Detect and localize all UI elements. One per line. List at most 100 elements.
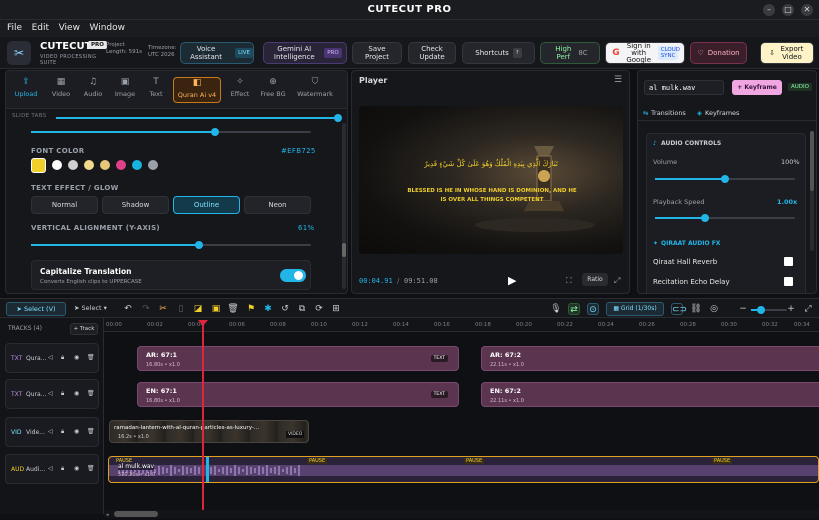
size-slider[interactable]	[31, 128, 311, 136]
vertical-alignment-slider[interactable]	[31, 241, 311, 249]
zoom-out-icon[interactable]: −	[737, 303, 749, 315]
chain-icon[interactable]: ⛓	[690, 303, 702, 315]
ratio-button[interactable]: Ratio	[582, 273, 608, 286]
volume-knob[interactable]	[721, 175, 729, 183]
zoom-slider-knob[interactable]	[757, 306, 765, 314]
lock-icon[interactable]: 🔒︎	[61, 428, 64, 436]
slide-tabs-knob[interactable]	[334, 114, 342, 122]
tab-keyframes[interactable]: Keyframes	[705, 109, 739, 117]
fit-icon[interactable]: ⊞	[330, 303, 342, 315]
tab-upload[interactable]: ⇪ Upload	[10, 77, 42, 103]
tab-free-bg[interactable]: ⊕ Free BG	[257, 77, 289, 103]
font-color-swatch-silver[interactable]	[68, 160, 78, 170]
tab-image[interactable]: ▣ Image	[109, 77, 141, 103]
close-button[interactable]: ✕	[801, 4, 813, 16]
gemini-ai-button[interactable]: Gemini AI Intelligence PRO	[263, 42, 347, 64]
font-color-swatch-white[interactable]	[52, 160, 62, 170]
timeline-scroll-thumb[interactable]	[114, 511, 158, 517]
volume-slider[interactable]	[655, 175, 795, 183]
trim-icon[interactable]: ◪	[192, 303, 204, 315]
font-color-swatch-cyan[interactable]	[132, 160, 142, 170]
fit-to-screen-icon[interactable]: ⤢	[802, 303, 814, 315]
effect-normal-button[interactable]: Normal	[31, 196, 98, 214]
link-icon[interactable]: ⊂⊃	[671, 303, 687, 315]
font-color-swatch-gray[interactable]	[148, 160, 158, 170]
fullscreen-icon[interactable]: ⛶	[566, 276, 572, 286]
marker-flag-icon[interactable]: ⚑	[245, 303, 257, 315]
check-update-button[interactable]: Check Update	[408, 42, 456, 64]
export-video-button[interactable]: ⇩ Export Video	[760, 42, 814, 64]
tab-video[interactable]: ▦ Video	[45, 77, 77, 103]
menu-file[interactable]: File	[7, 20, 22, 37]
shortcuts-button[interactable]: Shortcuts ?	[462, 42, 535, 64]
lock-icon[interactable]: 🔒︎	[61, 354, 64, 362]
undo-icon[interactable]: ↶	[122, 303, 134, 315]
visibility-icon[interactable]: ◉	[74, 354, 79, 361]
timeline-scrollbar[interactable]: ◂	[104, 510, 819, 518]
effect-shadow-button[interactable]: Shadow	[102, 196, 169, 214]
select-dropdown[interactable]: ➤ Select ▾	[74, 304, 107, 312]
delete-before-icon[interactable]: ▯	[175, 303, 187, 315]
left-panel-scrollbar[interactable]	[342, 123, 346, 289]
menu-view[interactable]: View	[59, 20, 80, 37]
text-clip-en-1[interactable]: EN: 67:1 16.80s • x1.0 TEXT	[137, 382, 459, 407]
mute-icon[interactable]: ◁	[48, 465, 53, 472]
delete-track-icon[interactable]: 🗑	[87, 390, 95, 397]
lock-icon[interactable]: 🔒︎	[61, 465, 64, 473]
playback-speed-knob[interactable]	[701, 214, 709, 222]
video-clip[interactable]: ramadan-lantern-with-al-quran-particles-…	[109, 420, 309, 443]
donation-button[interactable]: ♡ Donation	[690, 42, 747, 64]
zoom-slider[interactable]	[751, 306, 787, 314]
font-color-swatch-selected[interactable]	[31, 158, 46, 173]
size-slider-knob[interactable]	[211, 128, 219, 136]
text-clip-en-2[interactable]: EN: 67:2 22.11s • x1.0	[481, 382, 819, 407]
playhead-handle[interactable]	[198, 320, 208, 326]
save-project-button[interactable]: Save Project	[352, 42, 402, 64]
target-icon[interactable]: ◎	[708, 303, 720, 315]
maximize-button[interactable]: □	[782, 4, 794, 16]
right-panel-scrollbar[interactable]	[810, 131, 814, 251]
loop-icon[interactable]: ⇄	[568, 303, 580, 315]
font-color-swatch-cream[interactable]	[84, 160, 94, 170]
delete-track-icon[interactable]: 🗑	[87, 428, 95, 435]
effect-outline-button[interactable]: Outline	[173, 196, 240, 214]
audio-file-name[interactable]: al mulk.wav	[644, 80, 724, 95]
grid-toggle-button[interactable]: ▦ Grid (1/30s)	[606, 302, 664, 316]
timeline-ruler[interactable]: 00:00 00:02 00:04 00:06 00:08 00:10 00:1…	[104, 318, 819, 332]
minimize-button[interactable]: –	[763, 4, 775, 16]
text-clip-ar-1[interactable]: AR: 67:1 16.80s • x1.0 TEXT	[137, 346, 459, 371]
playhead[interactable]	[198, 320, 208, 514]
right-panel-scroll-thumb[interactable]	[810, 131, 814, 191]
tab-watermark[interactable]: ⛉ Watermark	[296, 77, 334, 103]
split-scissors-icon[interactable]: ✂	[157, 303, 169, 315]
tab-text[interactable]: T Text	[140, 77, 172, 103]
crop-icon[interactable]: ▣	[210, 303, 222, 315]
playback-speed-slider[interactable]	[655, 214, 795, 222]
voice-assistant-button[interactable]: Voice Assistant LIVE	[180, 42, 254, 64]
expand-icon[interactable]: ⤢	[614, 276, 620, 286]
video-preview[interactable]: تَبَارَكَ الَّذِي بِيَدِهِ الْمُلْكُ وَه…	[359, 106, 623, 254]
microphone-icon[interactable]: 🎙	[550, 303, 562, 315]
visibility-icon[interactable]: ◉	[74, 390, 79, 397]
refresh-icon[interactable]: ⟳	[313, 303, 325, 315]
scroll-left-arrow[interactable]: ◂	[106, 513, 109, 518]
echo-delay-checkbox[interactable]	[784, 277, 793, 286]
menu-window[interactable]: Window	[90, 20, 126, 37]
tab-transitions[interactable]: Transitions	[651, 109, 686, 117]
effect-neon-button[interactable]: Neon	[244, 196, 311, 214]
zoom-in-icon[interactable]: +	[785, 303, 797, 315]
reset-icon[interactable]: ↺	[279, 303, 291, 315]
mute-icon[interactable]: ◁	[48, 390, 53, 397]
visibility-icon[interactable]: ◉	[74, 428, 79, 435]
player-menu-icon[interactable]: ☰	[614, 75, 622, 85]
visibility-icon[interactable]: ◉	[74, 465, 79, 472]
add-keyframe-button[interactable]: + Keyframe	[732, 80, 782, 95]
magnet-icon[interactable]: ⊙	[587, 303, 599, 315]
text-clip-ar-2[interactable]: AR: 67:2 22.11s • x1.0	[481, 346, 819, 371]
select-mode-button[interactable]: ➤ Select (V)	[6, 302, 66, 316]
capitalize-toggle[interactable]	[280, 269, 306, 282]
font-color-swatch-gold[interactable]	[100, 160, 110, 170]
vertical-alignment-knob[interactable]	[195, 241, 203, 249]
left-panel-scroll-thumb[interactable]	[342, 243, 346, 257]
tab-quran-ai[interactable]: ◧ Quran Ai v4	[173, 77, 221, 103]
